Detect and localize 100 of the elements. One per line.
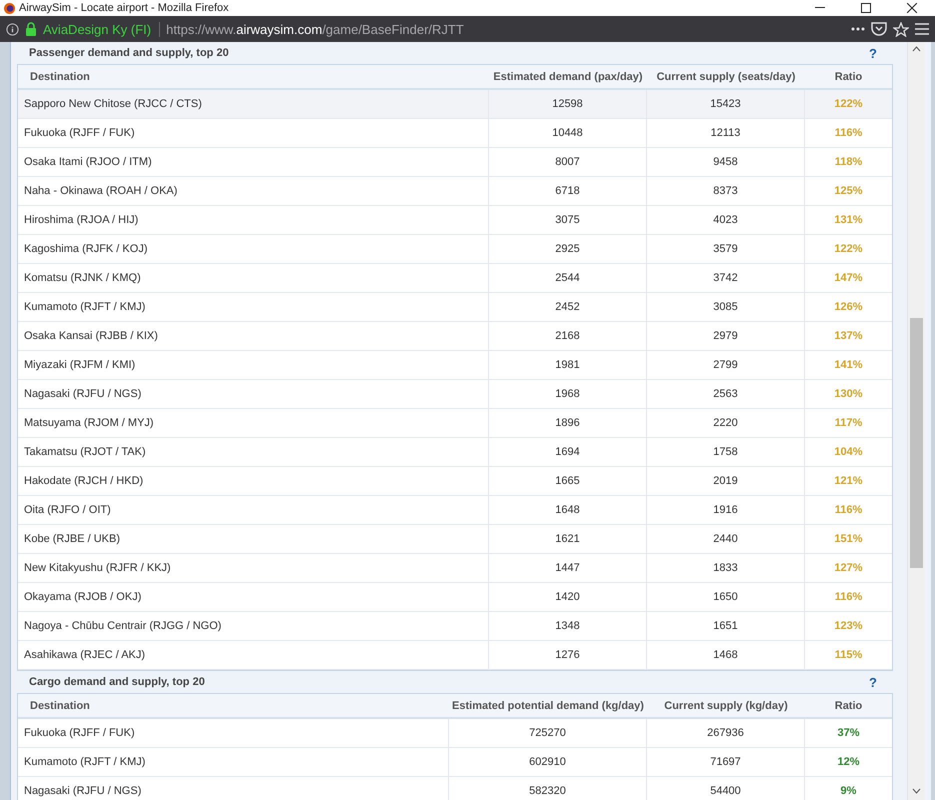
supply-cell: 3085 [647,293,805,321]
destination-cell: Oita (RJFO / OIT) [18,496,489,524]
column-header: Ratio [834,70,864,84]
url-field[interactable]: https://www.airwaysim.com/game/BaseFinder/RJTT [166,22,845,36]
destination-cell: Hakodate (RJCH / HKD) [18,467,489,495]
supply-cell: 8373 [647,177,805,205]
supply-cell: 2440 [647,525,805,553]
ratio-cell-text: 130% [833,387,864,402]
destination-cell: Kobe (RJBE / UKB) [18,525,489,553]
firefox-logo-icon [4,2,15,14]
ratio-cell-text: 137% [833,329,864,344]
star-icon[interactable] [893,22,909,36]
supply-cell: 2019 [647,467,805,495]
destination-cell: Takamatsu (RJOT / TAK) [18,438,489,466]
destination-cell: New Kitakyushu (RJFR / KKJ) [18,554,489,582]
destination-cell: Osaka Kansai (RJBB / KIX) [18,322,489,350]
ratio-cell-text: 127% [833,561,864,576]
destination-cell: Okayama (RJOB / OKJ) [18,583,489,611]
ratio-cell-text: 123% [833,619,864,634]
ratio-cell-text: 141% [833,358,864,373]
supply-cell: 2799 [647,351,805,379]
demand-cell: 1648 [489,496,647,524]
destination-cell: Nagasaki (RJFU / NGS) [18,380,489,408]
demand-cell: 2168 [489,322,647,350]
demand-cell: 1621 [489,525,647,553]
destination-cell: Nagasaki (RJFU / NGS) [18,777,449,800]
destination-cell: Nagoya - Chūbu Centrair (RJGG / NGO) [18,612,489,640]
supply-cell: 1468 [647,641,805,669]
demand-cell: 1276 [489,641,647,669]
demand-cell: 602910 [449,748,647,776]
demand-cell: 725270 [449,719,647,747]
ratio-cell-text: 131% [833,213,864,228]
ratio-cell-text: 147% [833,271,864,286]
ratio-cell-text: 115% [834,648,864,663]
ratio-cell-text: 37% [836,726,861,741]
supply-cell: 12113 [647,119,805,147]
ratio-cell-text: 12% [836,755,861,770]
destination-cell: Komatsu (RJNK / KMQ) [18,264,489,292]
help-link[interactable]: ? [869,674,877,690]
ratio-cell-text: 117% [834,416,864,431]
demand-cell: 1420 [489,583,647,611]
ratio-cell-text: 126% [833,300,864,315]
demand-cell: 2925 [489,235,647,263]
column-header: Ratio [834,698,864,714]
destination-cell: Matsuyama (RJOM / MYJ) [18,409,489,437]
help-link[interactable]: ? [869,46,877,60]
column-header: Current supply (kg/day) [663,698,789,714]
demand-cell: 2544 [489,264,647,292]
supply-cell: 2563 [647,380,805,408]
scrollbar-thumb[interactable] [910,318,923,568]
highlighted-row[interactable]: Sapporo New Chitose (RJCC / CTS) 12598 15423 122% [18,90,892,119]
demand-cell: 8007 [489,148,647,176]
ratio-cell-text: 9% [840,784,858,799]
supply-cell: 267936 [647,719,805,747]
destination-cell: Osaka Itami (RJOO / ITM) [18,148,489,176]
destination-cell: Fukuoka (RJFF / FUK) [18,119,489,147]
destination-cell: Kagoshima (RJFK / KOJ) [18,235,489,263]
scroll-down-icon[interactable] [912,788,921,794]
supply-cell: 2220 [647,409,805,437]
ratio-cell-text: 151% [833,532,864,547]
demand-cell: 1981 [489,351,647,379]
section-title: Cargo demand and supply, top 20 [29,676,205,688]
supply-cell: 1916 [647,496,805,524]
demand-cell: 1665 [489,467,647,495]
ratio-cell-text: 118% [834,155,864,170]
column-header: Destination [29,698,91,714]
demand-cell: 1694 [489,438,647,466]
destination-cell: Asahikawa (RJEC / AKJ) [18,641,489,669]
demand-cell: 6718 [489,177,647,205]
more-icon[interactable] [851,27,865,31]
ratio-cell-text: 116% [834,503,864,518]
supply-cell: 3742 [647,264,805,292]
supply-cell: 71697 [647,748,805,776]
demand-cell: 12598 [489,90,647,118]
scroll-up-icon[interactable] [912,46,921,52]
ratio-cell-text: 116% [834,126,864,141]
demand-cell: 1968 [489,380,647,408]
ratio-cell-text: 121% [833,474,864,489]
ratio-cell-text: 122% [833,242,864,257]
maximize-icon[interactable] [861,3,871,13]
supply-cell: 1833 [647,554,805,582]
close-icon[interactable] [907,3,917,13]
menu-icon[interactable] [915,23,929,35]
pocket-icon[interactable] [871,22,887,36]
supply-cell: 3579 [647,235,805,263]
demand-cell: 10448 [489,119,647,147]
column-header: Current supply (seats/day) [656,70,796,84]
ratio-cell-text: 116% [834,590,864,605]
minimize-icon[interactable] [815,7,825,9]
section-title: Passenger demand and supply, top 20 [29,47,229,59]
destination-cell: Hiroshima (RJOA / HIJ) [18,206,489,234]
destination-cell: Fukuoka (RJFF / FUK) [18,719,449,747]
info-icon[interactable] [6,22,19,36]
lock-icon[interactable] [25,22,37,36]
supply-cell: 9458 [647,148,805,176]
ratio-cell-text: 125% [833,184,864,199]
site-identity[interactable]: AviaDesign Ky (FI) [43,22,160,36]
supply-cell: 2979 [647,322,805,350]
column-header: Destination [29,70,91,84]
demand-cell: 582320 [449,777,647,800]
